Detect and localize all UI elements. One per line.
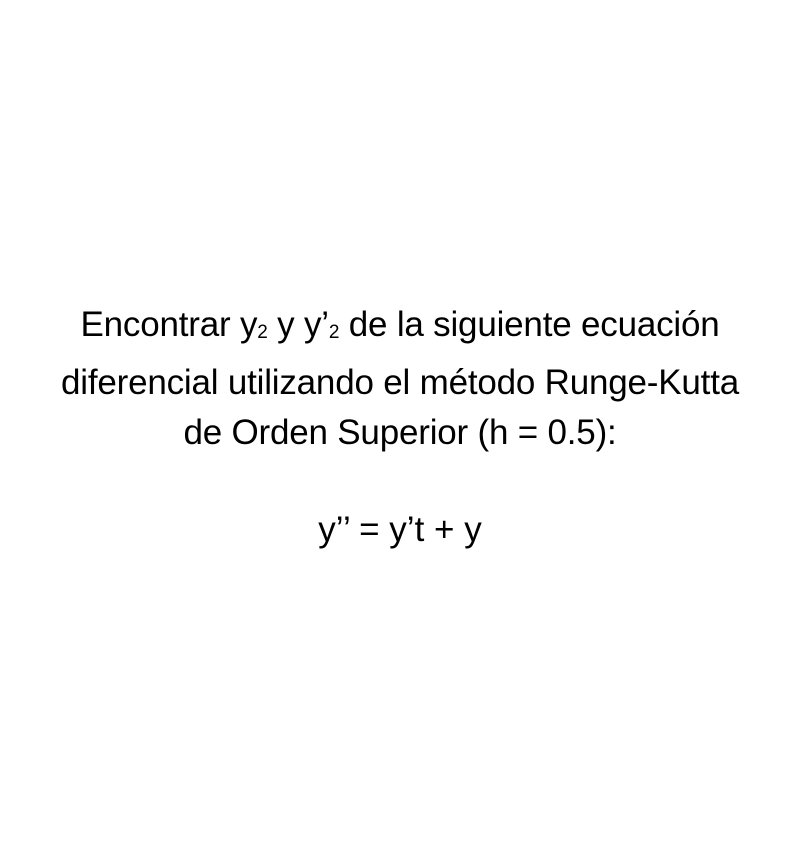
problem-line-1-after: de la siguiente ecuación — [339, 305, 720, 344]
subscript-yprime2: 2 — [328, 322, 340, 343]
problem-line-1: Encontrar y2 y y’2 de la siguiente ecuac… — [0, 300, 800, 358]
differential-equation: y’’ = y’t + y — [318, 510, 482, 549]
problem-statement: Encontrar y2 y y’2 de la siguiente ecuac… — [0, 300, 800, 458]
subscript-y2: 2 — [257, 322, 268, 343]
problem-line-2: diferencial utilizando el método Runge-K… — [60, 363, 739, 402]
slide: Encontrar y2 y y’2 de la siguiente ecuac… — [0, 0, 800, 850]
problem-line-3: de Orden Superior (h = 0.5): — [183, 413, 617, 452]
problem-line-1-mid: y y’ — [267, 305, 329, 344]
problem-line-1-before: Encontrar y — [80, 305, 258, 344]
